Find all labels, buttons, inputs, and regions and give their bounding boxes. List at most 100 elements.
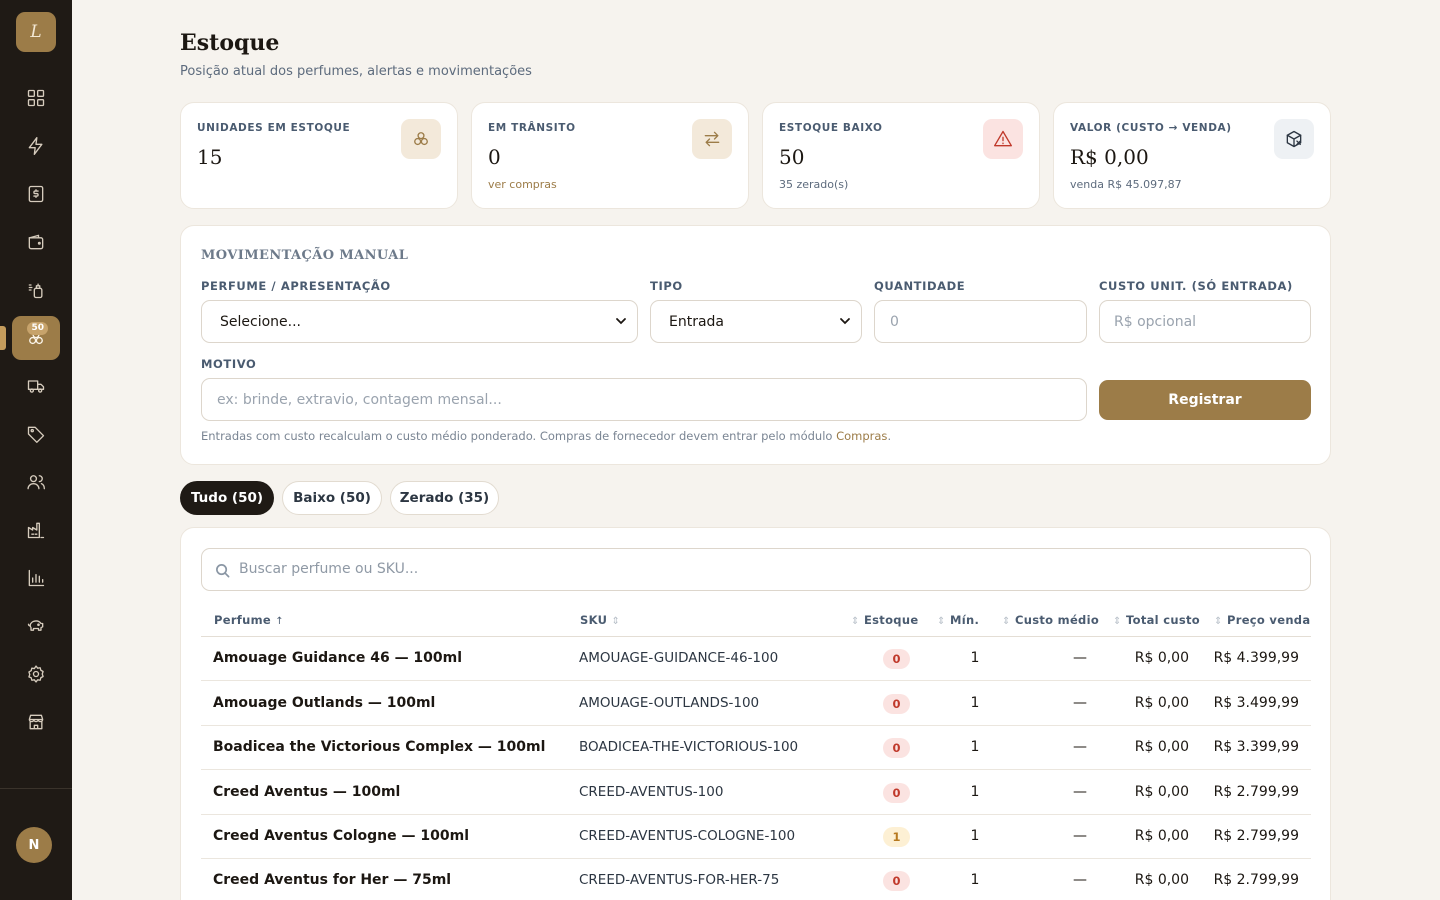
avg-cost: — bbox=[1073, 828, 1087, 844]
nav-reports[interactable] bbox=[12, 556, 60, 600]
sort-icon: ⇕ bbox=[937, 616, 946, 627]
nav-perfumes[interactable] bbox=[12, 268, 60, 312]
filter-low[interactable]: Baixo (50) bbox=[282, 481, 382, 515]
manual-movement-form: MOVIMENTAÇÃO MANUAL PERFUME / APRESENTAÇ… bbox=[180, 225, 1331, 465]
sale-price: R$ 2.799,99 bbox=[1213, 828, 1299, 844]
users-icon bbox=[27, 475, 45, 490]
sku: CREED-AVENTUS-COLOGNE-100 bbox=[579, 828, 796, 844]
kpi-label: EM TRÂNSITO bbox=[488, 122, 576, 134]
perfume-label: PERFUME / APRESENTAÇÃO bbox=[201, 279, 391, 293]
perfume-name: Creed Aventus for Her — 75ml bbox=[213, 872, 452, 888]
kpi-sub: 35 zerado(s) bbox=[779, 178, 849, 191]
quantidade-input[interactable]: 0 bbox=[874, 300, 1087, 343]
perfume-name: Amouage Guidance 46 — 100ml bbox=[213, 650, 463, 666]
kpi-icon-container bbox=[983, 119, 1023, 159]
nav-quick-actions[interactable] bbox=[12, 124, 60, 168]
nav-suppliers[interactable] bbox=[12, 508, 60, 552]
total-cost: R$ 0,00 bbox=[1134, 695, 1189, 711]
search-input[interactable]: Buscar perfume ou SKU... bbox=[201, 548, 1311, 591]
chevron-down-icon bbox=[840, 318, 850, 325]
app-logo[interactable]: L bbox=[16, 12, 56, 52]
table-row[interactable]: Amouage Outlands — 100ml AMOUAGE-OUTLAND… bbox=[201, 682, 1311, 726]
column-header-min[interactable]: ⇕ Mín. bbox=[937, 613, 979, 627]
tipo-label: TIPO bbox=[650, 279, 683, 293]
view-purchases-link[interactable]: ver compras bbox=[488, 178, 557, 191]
stock-badge: 0 bbox=[883, 649, 910, 669]
user-avatar[interactable]: N bbox=[16, 827, 52, 863]
sidebar-divider bbox=[0, 788, 72, 789]
min-stock: 1 bbox=[970, 828, 980, 844]
nav-customers[interactable] bbox=[12, 460, 60, 504]
kpi-sub: venda R$ 45.097,87 bbox=[1070, 178, 1182, 191]
perfume-select[interactable]: Selecione... bbox=[201, 300, 638, 343]
sale-price: R$ 4.399,99 bbox=[1213, 650, 1299, 666]
kpi-icon-container bbox=[1274, 119, 1314, 159]
avg-cost: — bbox=[1073, 650, 1087, 666]
min-stock: 1 bbox=[970, 739, 980, 755]
filter-zero[interactable]: Zerado (35) bbox=[390, 481, 499, 515]
sku: AMOUAGE-OUTLANDS-100 bbox=[579, 695, 760, 711]
column-header-custo-medio[interactable]: ⇕ Custo médio bbox=[1002, 613, 1099, 627]
table-row[interactable]: Creed Aventus Cologne — 100ml CREED-AVEN… bbox=[201, 815, 1311, 859]
table-row[interactable]: Boadicea the Victorious Complex — 100ml … bbox=[201, 726, 1311, 770]
tag-icon bbox=[27, 426, 45, 443]
nav-wallet[interactable] bbox=[12, 220, 60, 264]
alert-triangle-icon bbox=[994, 130, 1012, 147]
active-nav-marker bbox=[0, 326, 6, 350]
filter-all[interactable]: Tudo (50) bbox=[180, 481, 274, 515]
table-row[interactable]: Amouage Guidance 46 — 100ml AMOUAGE-GUID… bbox=[201, 637, 1311, 681]
form-hint-end: . bbox=[887, 429, 892, 443]
receipt-dollar-icon bbox=[28, 185, 44, 203]
register-button[interactable]: Registrar bbox=[1099, 380, 1311, 420]
column-label: Estoque bbox=[864, 613, 919, 627]
avg-cost: — bbox=[1073, 784, 1087, 800]
avg-cost: — bbox=[1073, 872, 1087, 888]
dashboard-icon bbox=[27, 89, 45, 107]
sort-icon: ⇕ bbox=[1113, 616, 1122, 627]
purchases-module-link[interactable]: Compras bbox=[836, 429, 887, 443]
stock-badge: 1 bbox=[883, 827, 910, 847]
tipo-select-value: Entrada bbox=[669, 313, 725, 330]
perfume-select-value: Selecione... bbox=[220, 313, 301, 330]
stock-badge: 0 bbox=[883, 783, 910, 803]
kpi-units-in-stock: UNIDADES EM ESTOQUE 15 bbox=[180, 102, 458, 209]
column-header-preco-venda[interactable]: ⇕ Preço venda bbox=[1214, 613, 1310, 627]
perfume-name: Amouage Outlands — 100ml bbox=[213, 695, 436, 711]
stock-alert-badge: 50 bbox=[27, 322, 48, 335]
total-cost: R$ 0,00 bbox=[1134, 739, 1189, 755]
table-row[interactable]: Creed Aventus for Her — 75ml CREED-AVENT… bbox=[201, 859, 1311, 900]
table-row[interactable]: Creed Aventus — 100ml CREED-AVENTUS-100 … bbox=[201, 771, 1311, 815]
nav-finance[interactable] bbox=[12, 604, 60, 648]
truck-icon bbox=[27, 380, 45, 393]
kpi-stock-value: VALOR (CUSTO → VENDA) R$ 0,00 venda R$ 4… bbox=[1053, 102, 1331, 209]
nav-deliveries[interactable] bbox=[12, 364, 60, 408]
column-label: Mín. bbox=[950, 613, 980, 627]
column-header-total-custo[interactable]: ⇕ Total custo bbox=[1113, 613, 1200, 627]
kpi-icon-container bbox=[401, 119, 441, 159]
column-header-estoque[interactable]: ⇕ Estoque bbox=[851, 613, 918, 627]
nav-store[interactable] bbox=[12, 700, 60, 744]
sale-price: R$ 3.499,99 bbox=[1213, 695, 1299, 711]
column-label: Preço venda bbox=[1227, 613, 1311, 627]
column-header-sku[interactable]: SKU ⇕ bbox=[580, 613, 620, 627]
nav-stock[interactable]: 50 bbox=[12, 316, 60, 360]
page-title: Estoque bbox=[180, 30, 280, 56]
min-stock: 1 bbox=[970, 650, 980, 666]
motivo-input[interactable]: ex: brinde, extravio, contagem mensal... bbox=[201, 378, 1087, 421]
tipo-select[interactable]: Entrada bbox=[650, 300, 862, 343]
sale-price: R$ 3.399,99 bbox=[1213, 739, 1299, 755]
sku: AMOUAGE-GUIDANCE-46-100 bbox=[579, 650, 779, 666]
kpi-low-stock: ESTOQUE BAIXO 50 35 zerado(s) bbox=[762, 102, 1040, 209]
form-title: MOVIMENTAÇÃO MANUAL bbox=[201, 248, 409, 263]
nav-settings[interactable] bbox=[12, 652, 60, 696]
stock-table-card: Buscar perfume ou SKU... Perfume ↑ SKU ⇕… bbox=[180, 527, 1331, 900]
nav-promotions[interactable] bbox=[12, 412, 60, 456]
kpi-label: ESTOQUE BAIXO bbox=[779, 122, 883, 134]
kpi-label: VALOR (CUSTO → VENDA) bbox=[1070, 122, 1232, 134]
quantidade-placeholder: 0 bbox=[890, 313, 899, 330]
nav-sales[interactable] bbox=[12, 172, 60, 216]
nav-dashboard[interactable] bbox=[12, 76, 60, 120]
column-header-perfume[interactable]: Perfume ↑ bbox=[214, 613, 284, 627]
custo-input[interactable]: R$ opcional bbox=[1099, 300, 1311, 343]
perfume-name: Creed Aventus — 100ml bbox=[213, 784, 401, 800]
